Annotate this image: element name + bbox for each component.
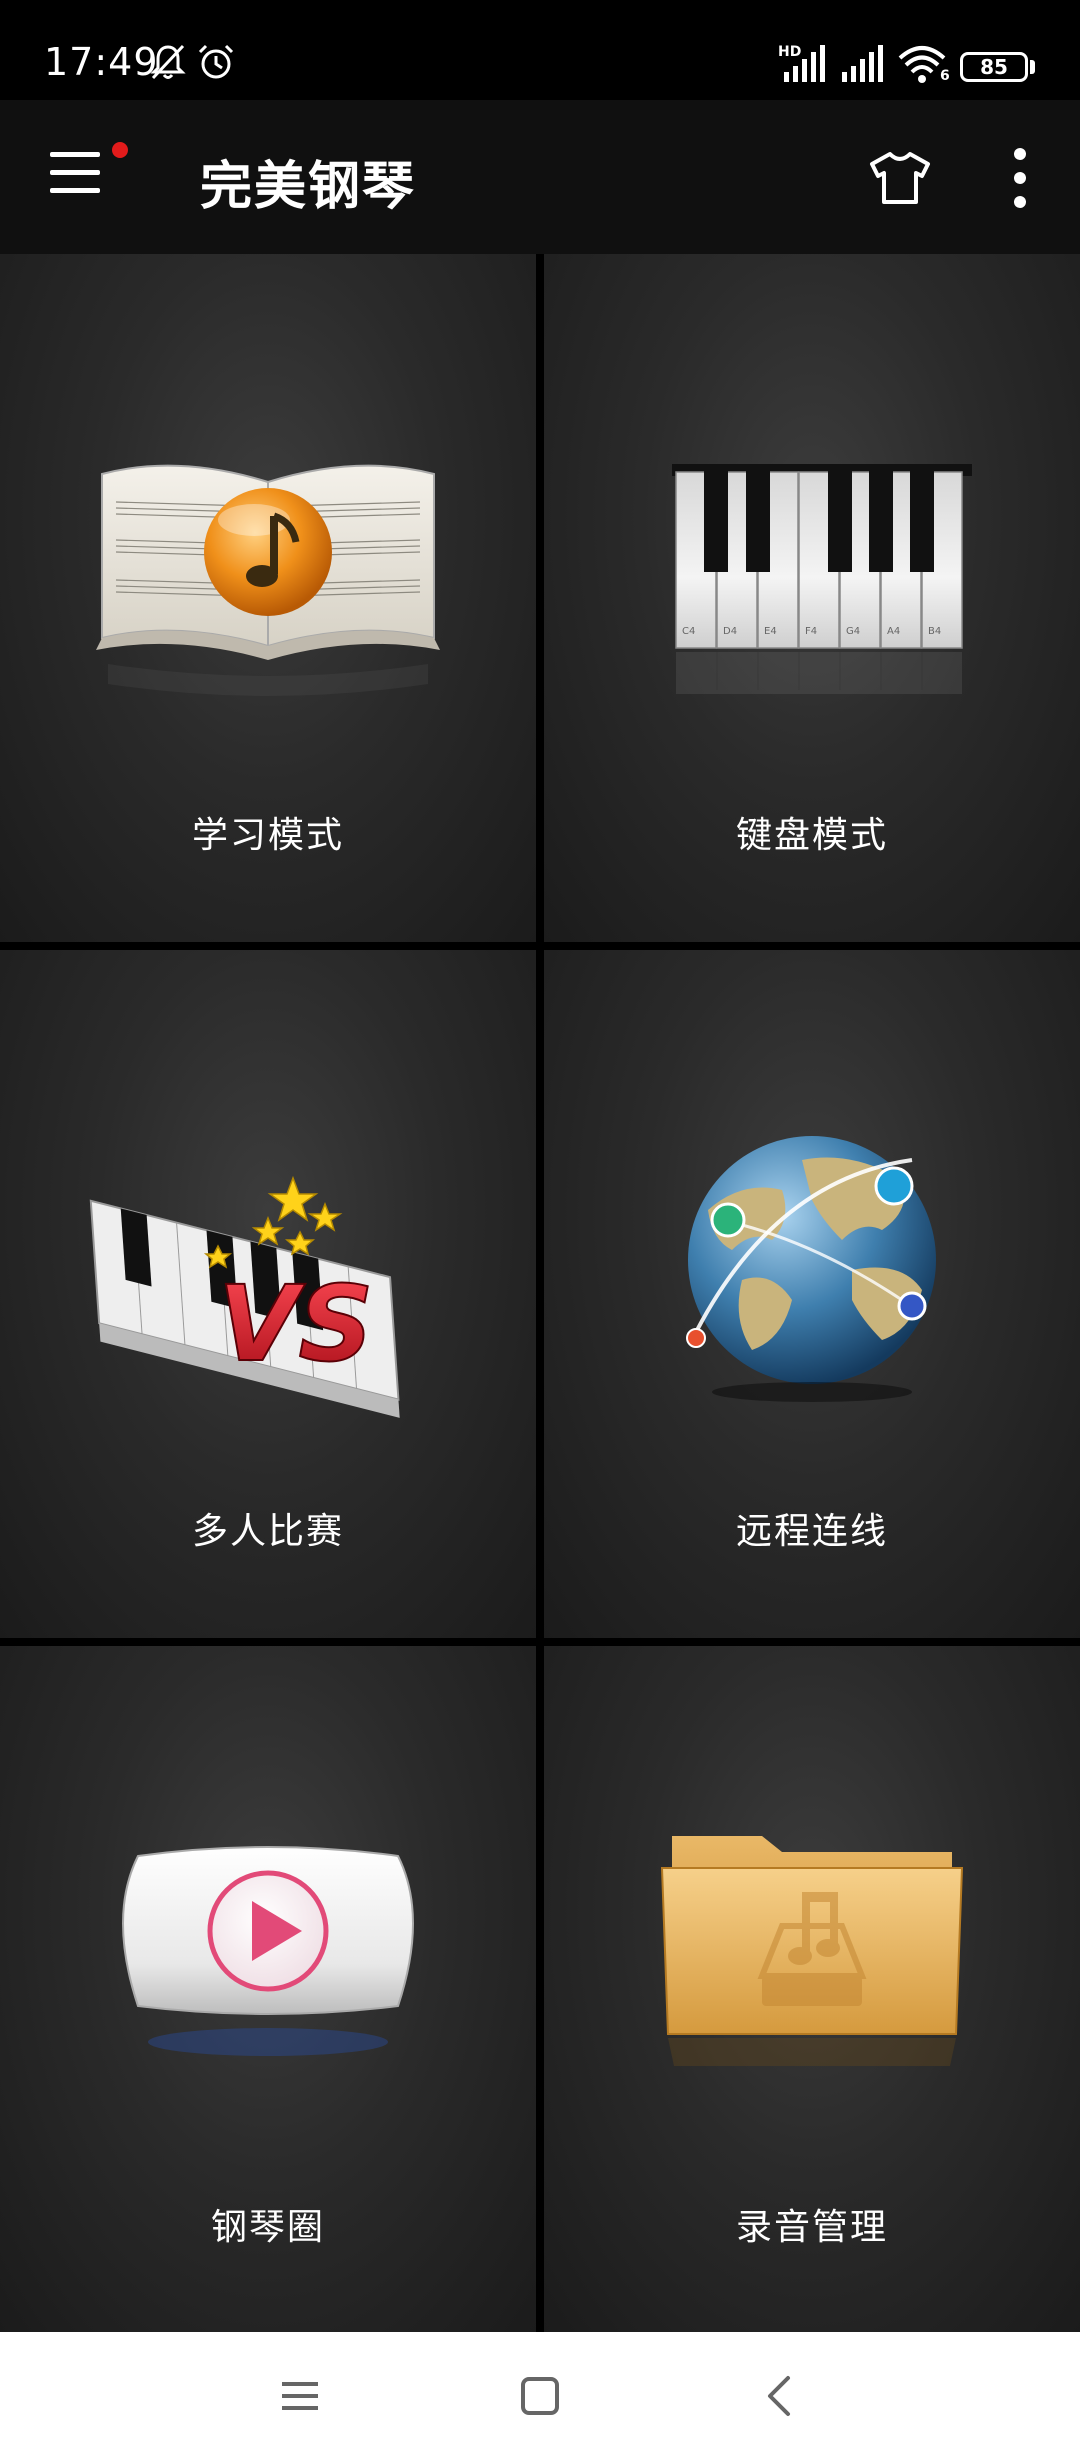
tile-learning-mode[interactable]: 学习模式 (0, 254, 536, 942)
mode-grid: 学习模式 C4 D4 E4 F4 G4 A4 B4 键盘模式 VS 多人比赛 远… (0, 254, 1080, 2334)
wifi-6-label: 6 (940, 68, 950, 84)
alarm-icon (198, 44, 234, 79)
key-label-a4: A4 (887, 626, 900, 637)
tile-recording-management[interactable]: 录音管理 (544, 1646, 1080, 2334)
key-label-f4: F4 (805, 626, 817, 637)
recents-icon[interactable] (268, 2364, 332, 2428)
tile-label: 录音管理 (735, 2207, 888, 2248)
tile-label: 键盘模式 (735, 815, 888, 856)
mute-bell-icon (150, 44, 186, 80)
key-label-g4: G4 (846, 626, 860, 637)
key-label-e4: E4 (764, 626, 777, 637)
notification-dot (112, 142, 128, 158)
status-bar: 17:49 HD 6 85 (0, 0, 1080, 100)
piano-vs-icon: VS (89, 1175, 400, 1418)
shirt-icon[interactable] (868, 146, 932, 210)
sheet-music-book-icon (96, 464, 440, 696)
tile-piano-circle[interactable]: 钢琴圈 (0, 1646, 536, 2334)
battery-level: 85 (980, 55, 1008, 79)
key-label-d4: D4 (723, 626, 737, 637)
app-bar: 完美钢琴 (0, 100, 1080, 254)
piano-keyboard-icon: C4 D4 E4 F4 G4 A4 B4 (672, 464, 972, 694)
globe-network-icon (686, 1136, 936, 1402)
navigation-bar (0, 2332, 1080, 2460)
battery-icon: 85 (960, 52, 1028, 82)
signal-icon (842, 45, 883, 82)
music-folder-icon (660, 1836, 964, 2066)
menu-icon[interactable] (44, 150, 104, 200)
back-icon[interactable] (748, 2364, 812, 2428)
app-title: 完美钢琴 (200, 157, 417, 217)
tile-remote-connect[interactable]: 远程连线 (544, 950, 1080, 1638)
battery-tip (1030, 60, 1035, 74)
play-video-icon (122, 1846, 414, 2056)
tile-label: 学习模式 (191, 815, 344, 856)
tile-label: 多人比赛 (191, 1511, 344, 1552)
key-label-c4: C4 (682, 626, 695, 637)
vs-text: VS (218, 1263, 373, 1385)
tile-label: 钢琴圈 (210, 2207, 325, 2248)
tile-multiplayer[interactable]: VS 多人比赛 (0, 950, 536, 1638)
key-label-b4: B4 (928, 626, 941, 637)
status-time: 17:49 (44, 40, 159, 84)
more-options-icon[interactable] (1000, 146, 1040, 210)
home-icon[interactable] (508, 2364, 572, 2428)
tile-label: 远程连线 (735, 1511, 888, 1552)
hd-signal-icon (784, 45, 825, 82)
tile-keyboard-mode[interactable]: C4 D4 E4 F4 G4 A4 B4 键盘模式 (544, 254, 1080, 942)
